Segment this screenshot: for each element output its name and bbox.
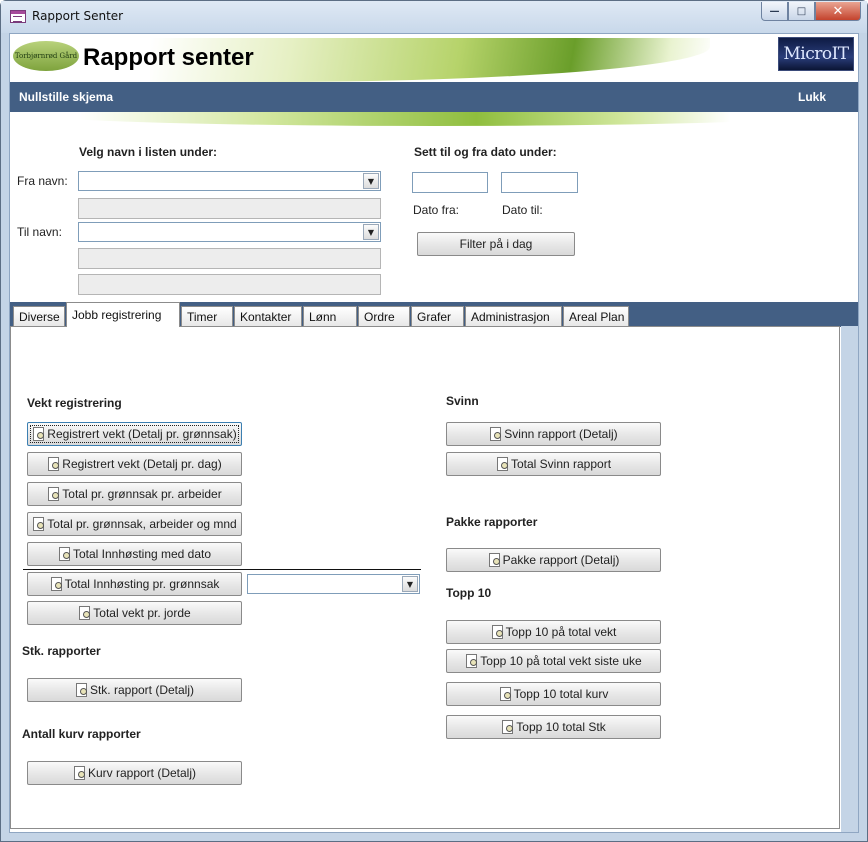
report-preview-icon bbox=[78, 606, 91, 620]
app-window: Rapport Senter — □ ✕ Torbjørnrød Gård Ra… bbox=[0, 0, 868, 842]
form-client-area: Torbjørnrød Gård Rapport senter MicroIT … bbox=[9, 33, 859, 833]
report-preview-icon bbox=[73, 766, 86, 780]
section-divider bbox=[23, 569, 421, 570]
report-preview-icon bbox=[491, 625, 504, 639]
report-preview-icon bbox=[75, 683, 88, 697]
top10-heading: Topp 10 bbox=[446, 586, 492, 600]
report-button-top10-basket[interactable]: Topp 10 total kurv bbox=[446, 682, 661, 706]
from-name-combo[interactable]: ▼ bbox=[78, 171, 381, 191]
report-preview-icon bbox=[32, 517, 45, 531]
chevron-down-icon[interactable]: ▼ bbox=[402, 576, 418, 592]
reset-form-link[interactable]: Nullstille skjema bbox=[19, 90, 113, 104]
close-window-button[interactable]: ✕ bbox=[815, 2, 861, 21]
report-button-waste-detail[interactable]: Svinn rapport (Detalj) bbox=[446, 422, 661, 446]
report-preview-icon bbox=[488, 553, 501, 567]
form-icon bbox=[10, 10, 26, 23]
tab-ordre[interactable]: Ordre bbox=[358, 306, 410, 327]
maximize-button[interactable]: □ bbox=[788, 2, 815, 21]
report-preview-icon bbox=[499, 687, 512, 701]
report-preview-icon bbox=[47, 457, 60, 471]
chevron-down-icon[interactable]: ▼ bbox=[363, 224, 379, 240]
close-link[interactable]: Lukk bbox=[798, 90, 826, 104]
header-banner: Torbjørnrød Gård Rapport senter MicroIT bbox=[10, 34, 858, 82]
report-preview-icon bbox=[47, 487, 60, 501]
date-from-label: Dato fra: bbox=[413, 203, 460, 217]
report-button-top10-last-week[interactable]: Topp 10 på total vekt siste uke bbox=[446, 649, 661, 673]
report-preview-icon bbox=[58, 547, 71, 561]
names-heading: Velg navn i listen under: bbox=[79, 145, 218, 159]
report-button-package-detail[interactable]: Pakke rapport (Detalj) bbox=[446, 548, 661, 572]
to-name-label: Til navn: bbox=[17, 225, 62, 239]
date-to-label: Dato til: bbox=[502, 203, 543, 217]
panel-margin bbox=[841, 326, 858, 832]
report-button-waste-total[interactable]: Total Svinn rapport bbox=[446, 452, 661, 476]
report-button-total-vegetable-worker-month[interactable]: Total pr. grønnsak, arbeider og mnd bbox=[27, 512, 242, 536]
report-button-top10-count[interactable]: Topp 10 total Stk bbox=[446, 715, 661, 739]
date-to-input[interactable] bbox=[501, 172, 578, 193]
microit-logo: MicroIT bbox=[778, 37, 854, 71]
package-heading: Pakke rapporter bbox=[446, 515, 538, 529]
tab-administrasjon[interactable]: Administrasjon bbox=[465, 306, 562, 327]
tab-grafer[interactable]: Grafer bbox=[411, 306, 464, 327]
tab-kontakter[interactable]: Kontakter bbox=[234, 306, 302, 327]
report-button-total-weight-field[interactable]: Total vekt pr. jorde bbox=[27, 601, 242, 625]
dates-heading: Sett til og fra dato under: bbox=[414, 145, 557, 159]
window-title: Rapport Senter bbox=[32, 9, 124, 23]
tab-areal-plan[interactable]: Areal Plan bbox=[563, 306, 629, 327]
report-button-weight-detail-day[interactable]: Registrert vekt (Detalj pr. dag) bbox=[27, 452, 242, 476]
tab-diverse[interactable]: Diverse bbox=[13, 306, 65, 327]
to-name-extra-field bbox=[78, 274, 381, 295]
report-preview-icon bbox=[489, 427, 502, 441]
farm-logo: Torbjørnrød Gård bbox=[13, 41, 79, 71]
tab-lonn[interactable]: Lønn bbox=[303, 306, 357, 327]
report-preview-icon bbox=[32, 427, 45, 441]
filter-today-button[interactable]: Filter på i dag bbox=[417, 232, 575, 256]
report-preview-icon bbox=[501, 720, 514, 734]
green-swoosh-divider bbox=[10, 112, 858, 126]
basket-heading: Antall kurv rapporter bbox=[22, 727, 141, 741]
weight-heading: Vekt registrering bbox=[27, 396, 122, 410]
tab-panel-jobb-registrering: Vekt registrering Registrert vekt (Detal… bbox=[10, 326, 840, 829]
count-heading: Stk. rapporter bbox=[22, 644, 101, 658]
vegetable-combo[interactable]: ▼ bbox=[247, 574, 420, 594]
chevron-down-icon[interactable]: ▼ bbox=[363, 173, 379, 189]
report-button-harvest-by-date[interactable]: Total Innhøsting med dato bbox=[27, 542, 242, 566]
from-name-detail-field bbox=[78, 198, 381, 219]
report-preview-icon bbox=[465, 654, 478, 668]
to-name-detail-field bbox=[78, 248, 381, 269]
report-button-harvest-by-vegetable[interactable]: Total Innhøsting pr. grønnsak bbox=[27, 572, 242, 596]
report-button-weight-detail-vegetable[interactable]: Registrert vekt (Detalj pr. grønnsak) bbox=[27, 422, 242, 446]
date-from-input[interactable] bbox=[412, 172, 488, 193]
tab-timer[interactable]: Timer bbox=[181, 306, 233, 327]
page-title: Rapport senter bbox=[83, 44, 254, 71]
report-button-basket-detail[interactable]: Kurv rapport (Detalj) bbox=[27, 761, 242, 785]
waste-heading: Svinn bbox=[446, 394, 479, 408]
report-button-top10-total-weight[interactable]: Topp 10 på total vekt bbox=[446, 620, 661, 644]
minimize-button[interactable]: — bbox=[761, 2, 788, 21]
report-preview-icon bbox=[50, 577, 63, 591]
report-button-total-vegetable-worker[interactable]: Total pr. grønnsak pr. arbeider bbox=[27, 482, 242, 506]
tab-strip: Diverse Jobb registrering Timer Kontakte… bbox=[10, 302, 858, 327]
report-preview-icon bbox=[496, 457, 509, 471]
title-bar[interactable]: Rapport Senter — □ ✕ bbox=[1, 1, 867, 33]
action-bar: Nullstille skjema Lukk bbox=[10, 82, 858, 112]
report-button-count-detail[interactable]: Stk. rapport (Detalj) bbox=[27, 678, 242, 702]
to-name-combo[interactable]: ▼ bbox=[78, 222, 381, 242]
from-name-label: Fra navn: bbox=[17, 174, 68, 188]
tab-jobb-registrering[interactable]: Jobb registrering bbox=[66, 302, 180, 327]
